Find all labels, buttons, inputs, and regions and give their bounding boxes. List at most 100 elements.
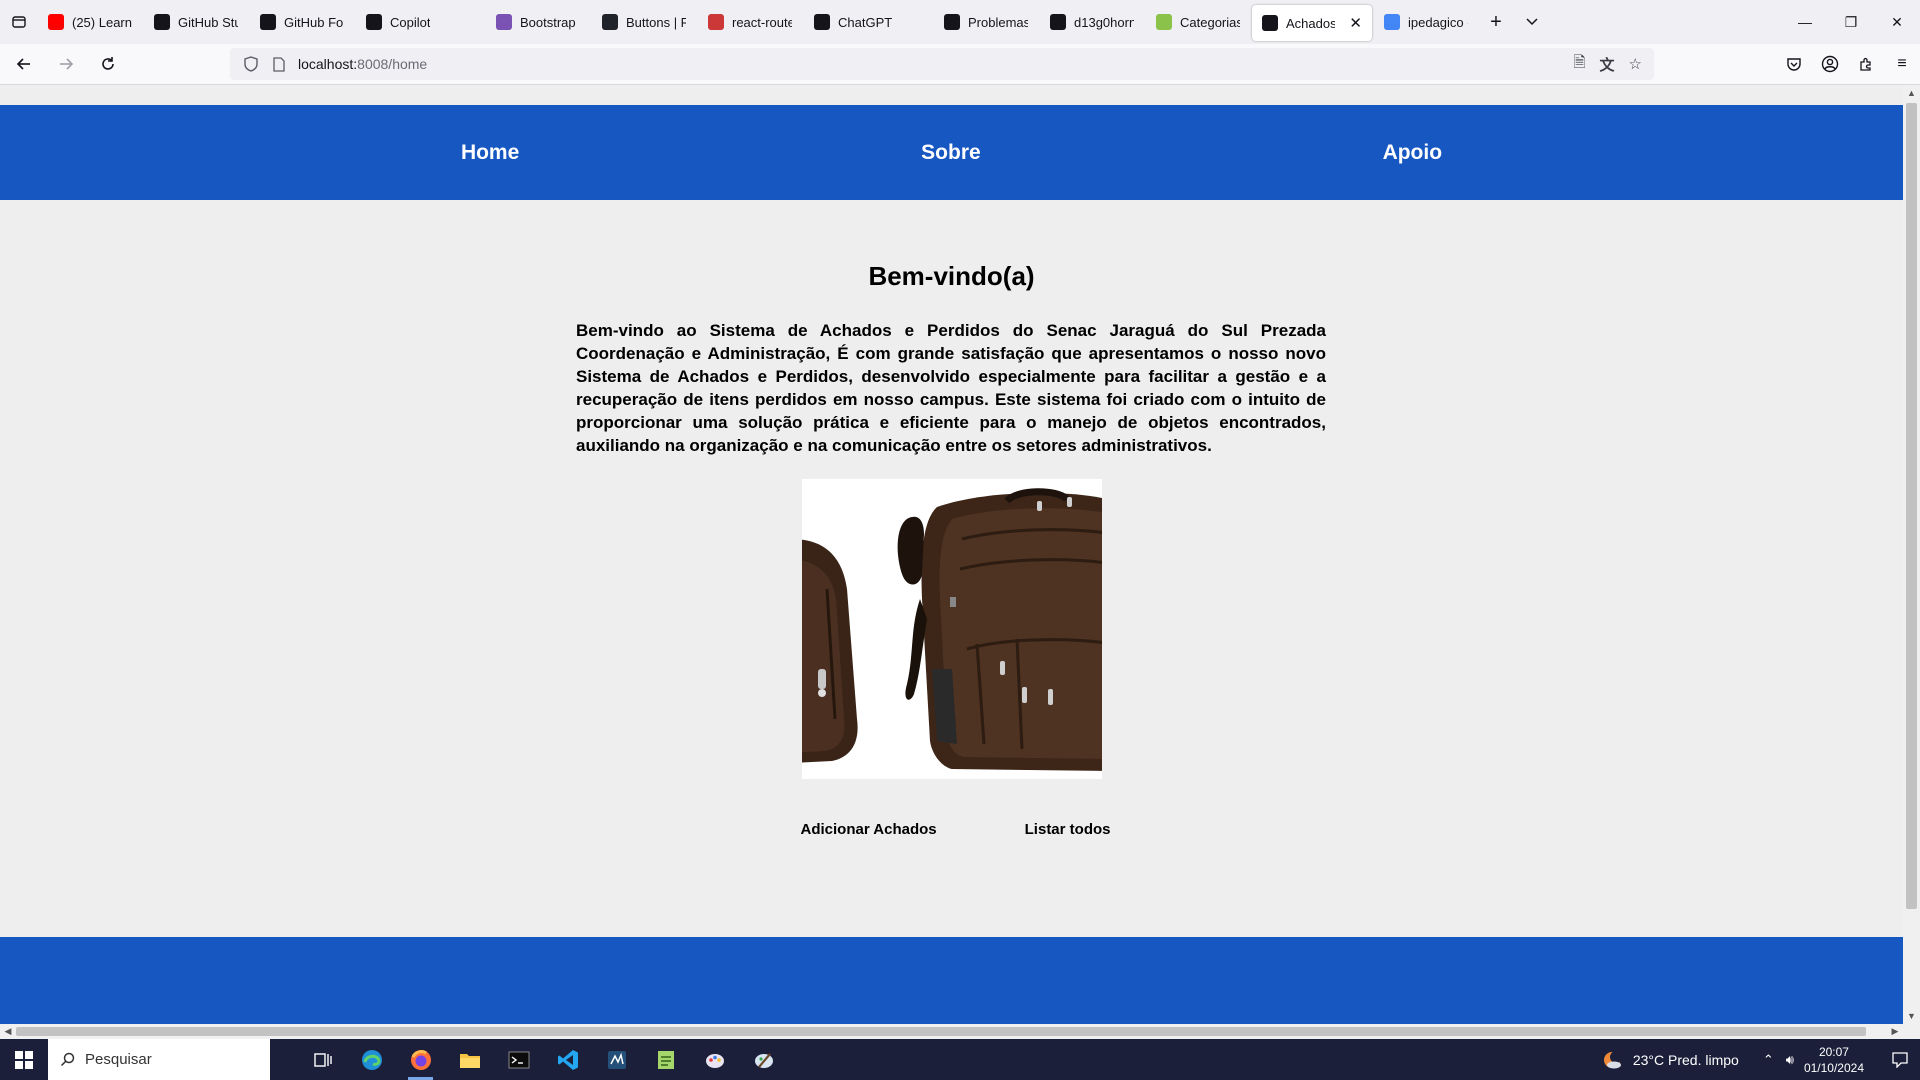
browser-tab-label: Categorias .br -: [1180, 14, 1240, 30]
weather-widget[interactable]: 23°C Pred. limpo: [1601, 1049, 1739, 1071]
arrow-right-icon: [60, 58, 74, 70]
browser-tab[interactable]: ChatGPT: [804, 5, 908, 39]
hamburger-menu-icon[interactable]: ≡: [1884, 48, 1920, 80]
file-explorer-icon[interactable]: [445, 1039, 494, 1080]
task-view-icon[interactable]: [298, 1039, 347, 1080]
url-path: 8008/home: [357, 56, 428, 72]
nav-link-sobre[interactable]: Sobre: [921, 141, 981, 165]
taskbar-search[interactable]: Pesquisar: [48, 1039, 270, 1080]
react-bootstrap-icon: [602, 14, 618, 30]
notification-center-icon[interactable]: [1880, 1051, 1920, 1068]
volume-icon[interactable]: 🔊︎: [1786, 1052, 1794, 1068]
browser-tab[interactable]: react-router-do: [698, 5, 802, 39]
list-all-tabs-button[interactable]: [0, 0, 38, 44]
restore-button[interactable]: ❐: [1828, 0, 1874, 44]
github-icon: [260, 14, 276, 30]
scroll-right-arrow-icon[interactable]: ▶: [1887, 1024, 1903, 1039]
add-found-items-button[interactable]: Adicionar Achados: [801, 821, 937, 838]
browser-tab[interactable]: Bootstrap · The: [486, 5, 590, 39]
reload-button[interactable]: [90, 48, 126, 80]
scroll-left-arrow-icon[interactable]: ◀: [0, 1024, 16, 1039]
browser-tab[interactable]: Achados e Perdic ✕: [1252, 5, 1372, 41]
browser-tab-label: Achados e Perdic: [1286, 15, 1336, 31]
extensions-icon[interactable]: [1848, 48, 1884, 80]
nav-link-home[interactable]: Home: [461, 141, 519, 165]
mysql-workbench-icon[interactable]: [592, 1039, 641, 1080]
vscode-icon[interactable]: [543, 1039, 592, 1080]
edge-icon[interactable]: [347, 1039, 396, 1080]
welcome-paragraph: Bem-vindo ao Sistema de Achados e Perdid…: [576, 321, 1326, 455]
nav-link-apoio[interactable]: Apoio: [1383, 141, 1442, 165]
shield-icon[interactable]: [242, 55, 260, 73]
backpack-image: [802, 479, 1102, 779]
taskbar-apps: [298, 1039, 788, 1080]
page-viewport: Home Sobre Apoio Bem-vindo(a) Bem-vindo …: [0, 85, 1903, 1024]
browser-tab-label: d13g0hornburg: [1074, 14, 1134, 30]
bookmark-star-icon[interactable]: ☆: [1629, 55, 1642, 73]
vertical-scroll-thumb[interactable]: [1906, 103, 1917, 909]
browser-tab-label: GitHub Student: [178, 14, 238, 30]
address-bar[interactable]: localhost: 8008/home 🗎 文 ☆: [230, 48, 1654, 80]
tab-strip: (25) Learn Live GitHub Student GitHub Foun…: [0, 0, 1920, 44]
page-title: Bem-vindo(a): [868, 261, 1035, 291]
pocket-icon[interactable]: [1776, 48, 1812, 80]
tab-overflow-menu-button[interactable]: [1514, 4, 1550, 40]
notepad-plus-icon[interactable]: [641, 1039, 690, 1080]
forward-button[interactable]: [48, 48, 84, 80]
browser-tab[interactable]: GitHub Founda: [250, 5, 354, 39]
browser-tab[interactable]: (25) Learn Live: [38, 5, 142, 39]
browser-tab[interactable]: ipedagico - Pes: [1374, 5, 1478, 39]
weather-text: 23°C Pred. limpo: [1632, 1051, 1739, 1068]
bootstrap-icon: [496, 14, 512, 30]
brush-app-icon[interactable]: [739, 1039, 788, 1080]
browser-tab-label: Problemas ao c: [968, 14, 1028, 30]
chevron-down-icon: [1526, 18, 1538, 26]
firefox-icon[interactable]: [396, 1039, 445, 1080]
close-window-button[interactable]: ✕: [1874, 0, 1920, 44]
chevron-up-icon[interactable]: ⌃: [1763, 1052, 1774, 1068]
horizontal-scrollbar[interactable]: ◀ ▶: [0, 1024, 1903, 1039]
browser-tab[interactable]: d13g0hornburg: [1040, 5, 1144, 39]
arrow-left-icon: [16, 58, 30, 70]
windows-logo-icon: [15, 1050, 33, 1069]
start-button[interactable]: [0, 1039, 48, 1080]
categorias-icon: [1156, 14, 1172, 30]
tray-icons: ⌃ 🔊︎: [1763, 1052, 1794, 1068]
youtube-icon: [48, 14, 64, 30]
taskbar: Pesquisar 23°C Pred. limpo ⌃ 🔊︎ 20:07 01…: [0, 1039, 1920, 1080]
page-icon[interactable]: [270, 55, 288, 73]
scroll-down-arrow-icon[interactable]: ▼: [1903, 1008, 1920, 1024]
browser-tab-label: Copilot: [390, 14, 431, 30]
url-host: localhost:: [298, 56, 358, 72]
new-tab-button[interactable]: +: [1478, 4, 1514, 40]
reader-view-icon[interactable]: 🗎: [1573, 52, 1585, 77]
translate-icon[interactable]: 文: [1600, 54, 1615, 75]
react-icon: [1262, 15, 1278, 31]
minimize-button[interactable]: —: [1782, 0, 1828, 44]
browser-tab[interactable]: Problemas ao c: [934, 5, 1038, 39]
browser-tab[interactable]: GitHub Student: [144, 5, 248, 39]
paint-app-icon[interactable]: [690, 1039, 739, 1080]
npm-icon: [708, 14, 724, 30]
browser-tab-label: ipedagico - Pes: [1408, 14, 1468, 30]
clock-time: 20:07: [1818, 1044, 1849, 1059]
horizontal-scroll-thumb[interactable]: [16, 1027, 1866, 1036]
weather-moon-icon: [1603, 1050, 1622, 1068]
taskbar-clock[interactable]: 20:07 01/10/2024: [1804, 1044, 1864, 1076]
clock-date: 01/10/2024: [1803, 1060, 1864, 1075]
back-button[interactable]: [6, 48, 42, 80]
close-tab-icon[interactable]: ✕: [1349, 14, 1362, 32]
github-icon: [154, 14, 170, 30]
scroll-up-arrow-icon[interactable]: ▲: [1903, 85, 1920, 101]
browser-tab[interactable]: Copilot: [356, 5, 460, 39]
list-all-button[interactable]: Listar todos: [1025, 821, 1111, 838]
google-icon: [1384, 14, 1400, 30]
site-footer: [0, 937, 1903, 1024]
account-icon[interactable]: [1812, 48, 1848, 80]
system-tray: 23°C Pred. limpo ⌃ 🔊︎ 20:07 01/10/2024: [1601, 1039, 1920, 1080]
vertical-scrollbar[interactable]: ▲ ▼: [1903, 85, 1920, 1024]
chatgpt-icon: [814, 14, 830, 30]
browser-tab[interactable]: Buttons | React: [592, 5, 696, 39]
terminal-icon[interactable]: [494, 1039, 543, 1080]
browser-tab[interactable]: Categorias .br -: [1146, 5, 1250, 39]
